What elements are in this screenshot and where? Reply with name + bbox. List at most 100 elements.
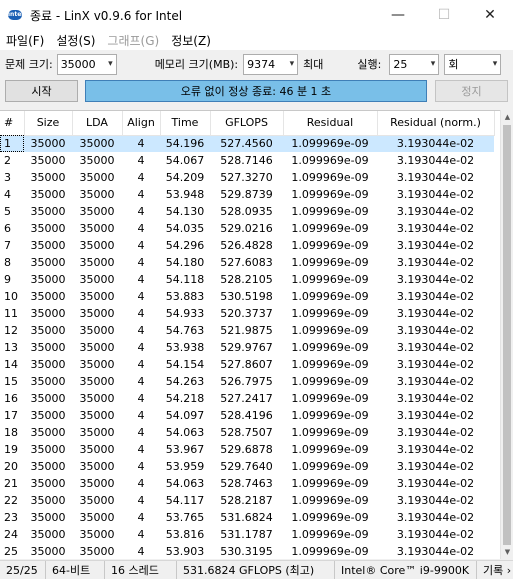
- table-cell: 17: [4, 409, 18, 422]
- table-row[interactable]: 2 35000 35000 4 54.067 528.7146 1.099969e-09 3.…: [0, 152, 494, 169]
- scroll-down-icon[interactable]: ▼: [501, 545, 513, 559]
- table-cell: 35000: [72, 135, 122, 152]
- maximize-button: ☐: [437, 7, 451, 23]
- table-cell: 528.0935: [220, 205, 273, 218]
- start-button[interactable]: 시작: [5, 80, 78, 102]
- runs-select[interactable]: 25 ▾: [389, 53, 440, 75]
- table-cell: 1.099969e-09: [291, 205, 369, 218]
- table-cell: 528.2105: [220, 273, 273, 286]
- table-cell: 527.2417: [220, 392, 273, 405]
- table-cell: 14: [4, 358, 18, 371]
- table-cell: 528.4196: [220, 409, 273, 422]
- table-row[interactable]: 9 35000 35000 4 54.118 528.2105 1.099969e-09 3.…: [0, 271, 494, 288]
- menu-info[interactable]: 정보(Z): [165, 32, 217, 49]
- menu-settings[interactable]: 설정(S): [50, 32, 101, 49]
- chevron-down-icon: ▾: [492, 59, 498, 69]
- menu-file[interactable]: 파일(F): [0, 32, 50, 49]
- stop-button[interactable]: 정지: [435, 80, 508, 102]
- chevron-down-icon: ▾: [108, 59, 113, 69]
- table-cell: 1.099969e-09: [291, 188, 369, 201]
- table-cell: 4: [137, 443, 145, 456]
- table-cell: 3.193044e-02: [396, 154, 475, 167]
- minimize-button[interactable]: —: [375, 0, 421, 30]
- column-header[interactable]: Align: [122, 111, 161, 136]
- table-row[interactable]: 15 35000 35000 4 54.263 526.7975 1.099969e-09 3…: [0, 373, 494, 390]
- table-row[interactable]: 10 35000 35000 4 53.883 530.5198 1.099969e-09 3…: [0, 288, 494, 305]
- table-cell: 4: [137, 290, 145, 303]
- table-cell: 527.3270: [220, 171, 273, 184]
- table-cell: 531.1787: [220, 528, 273, 541]
- table-cell: 54.263: [165, 375, 205, 388]
- table-cell: 54.218: [165, 392, 205, 405]
- table-header: # Size LDA Align Time GFLOPS Residual Residual …: [0, 111, 495, 136]
- table-row[interactable]: 8 35000 35000 4 54.180 527.6083 1.099969e-09 3.…: [0, 254, 494, 271]
- table-cell: 4: [137, 256, 145, 269]
- table-row[interactable]: 18 35000 35000 4 54.063 528.7507 1.099969e-09 3…: [0, 424, 494, 441]
- scrollbar-thumb[interactable]: [503, 125, 511, 545]
- column-header[interactable]: LDA: [72, 111, 123, 136]
- menu-bar: 파일(F) 설정(S) 그래프(G) 정보(Z): [0, 30, 513, 50]
- chevron-down-icon: ▾: [289, 59, 295, 69]
- table-cell: 4: [137, 324, 145, 337]
- table-row[interactable]: 5 35000 35000 4 54.130 528.0935 1.099969e-09 3.…: [0, 203, 494, 220]
- column-header[interactable]: Residual: [283, 111, 378, 136]
- table-cell: 35000: [30, 358, 66, 371]
- table-cell: 54.063: [165, 426, 205, 439]
- table-row[interactable]: 25 35000 35000 4 53.903 530.3195 1.099969e-09 3…: [0, 543, 494, 559]
- column-header[interactable]: Residual (norm.): [377, 111, 495, 136]
- table-row[interactable]: 3 35000 35000 4 54.209 527.3270 1.099969e-09 3.…: [0, 169, 494, 186]
- table-row[interactable]: 21 35000 35000 4 54.063 528.7463 1.099969e-09 3…: [0, 475, 494, 492]
- problem-size-select[interactable]: 35000 ▾: [56, 53, 117, 75]
- table-cell: 35000: [79, 239, 115, 252]
- scroll-up-icon[interactable]: ▲: [501, 110, 513, 124]
- table-row[interactable]: 12 35000 35000 4 54.763 521.9875 1.099969e-09 3…: [0, 322, 494, 339]
- table-cell: 35000: [30, 443, 66, 456]
- table-cell: 35000: [79, 494, 115, 507]
- table-cell: 35000: [30, 256, 66, 269]
- table-row[interactable]: 7 35000 35000 4 54.296 526.4828 1.099969e-09 3.…: [0, 237, 494, 254]
- log-button[interactable]: 기록 ›: [477, 561, 513, 579]
- table-row[interactable]: 14 35000 35000 4 54.154 527.8607 1.099969e-09 3…: [0, 356, 494, 373]
- table-cell: 54.209: [165, 171, 205, 184]
- table-row[interactable]: 13 35000 35000 4 53.938 529.9767 1.099969e-09 3…: [0, 339, 494, 356]
- results-table-container: # Size LDA Align Time GFLOPS Residual Residual …: [0, 110, 500, 559]
- table-row[interactable]: 24 35000 35000 4 53.816 531.1787 1.099969e-09 3…: [0, 526, 494, 543]
- table-cell: 35000: [79, 392, 115, 405]
- table-cell: 21: [4, 477, 18, 490]
- table-cell: 1.099969e-09: [291, 358, 369, 371]
- table-cell: 529.8739: [220, 188, 273, 201]
- table-cell: 3.193044e-02: [396, 426, 475, 439]
- memory-select[interactable]: 9374 ▾: [243, 53, 299, 75]
- table-cell: 35000: [79, 545, 115, 558]
- close-button[interactable]: ✕: [467, 0, 513, 30]
- table-row[interactable]: 1 35000 35000 4 54.196 527.4560 1.099969e-09 3.…: [0, 135, 494, 152]
- table-row[interactable]: 16 35000 35000 4 54.218 527.2417 1.099969e-09 3…: [0, 390, 494, 407]
- table-cell: 54.063: [165, 477, 205, 490]
- table-cell: 3.193044e-02: [396, 494, 475, 507]
- column-header[interactable]: #: [0, 111, 25, 136]
- table-row[interactable]: 23 35000 35000 4 53.765 531.6824 1.099969e-09 3…: [0, 509, 494, 526]
- table-row[interactable]: 22 35000 35000 4 54.117 528.2187 1.099969e-09 3…: [0, 492, 494, 509]
- column-header[interactable]: Size: [24, 111, 73, 136]
- table-row[interactable]: 11 35000 35000 4 54.933 520.3737 1.099969e-09 3…: [0, 305, 494, 322]
- problem-size-label: 문제 크기:: [5, 58, 53, 71]
- table-cell: 4: [137, 171, 145, 184]
- table-cell: 1.099969e-09: [291, 460, 369, 473]
- table-cell: 6: [4, 222, 11, 235]
- table-cell: 1: [0, 135, 24, 152]
- table-row[interactable]: 17 35000 35000 4 54.097 528.4196 1.099969e-09 3…: [0, 407, 494, 424]
- runs-unit-select[interactable]: 회 ▾: [444, 53, 502, 75]
- vertical-scrollbar[interactable]: ▲ ▼: [500, 110, 513, 559]
- table-row[interactable]: 6 35000 35000 4 54.035 529.0216 1.099969e-09 3.…: [0, 220, 494, 237]
- table-cell: 10: [4, 290, 18, 303]
- table-cell: 528.7146: [220, 154, 273, 167]
- table-row[interactable]: 19 35000 35000 4 53.967 529.6878 1.099969e-09 3…: [0, 441, 494, 458]
- column-header[interactable]: Time: [160, 111, 211, 136]
- table-row[interactable]: 20 35000 35000 4 53.959 529.7640 1.099969e-09 3…: [0, 458, 494, 475]
- menu-graph[interactable]: 그래프(G): [101, 32, 165, 49]
- table-cell: 35000: [79, 205, 115, 218]
- column-header[interactable]: GFLOPS: [210, 111, 284, 136]
- table-cell: 529.9767: [220, 341, 273, 354]
- table-cell: 54.296: [165, 239, 205, 252]
- table-row[interactable]: 4 35000 35000 4 53.948 529.8739 1.099969e-09 3.…: [0, 186, 494, 203]
